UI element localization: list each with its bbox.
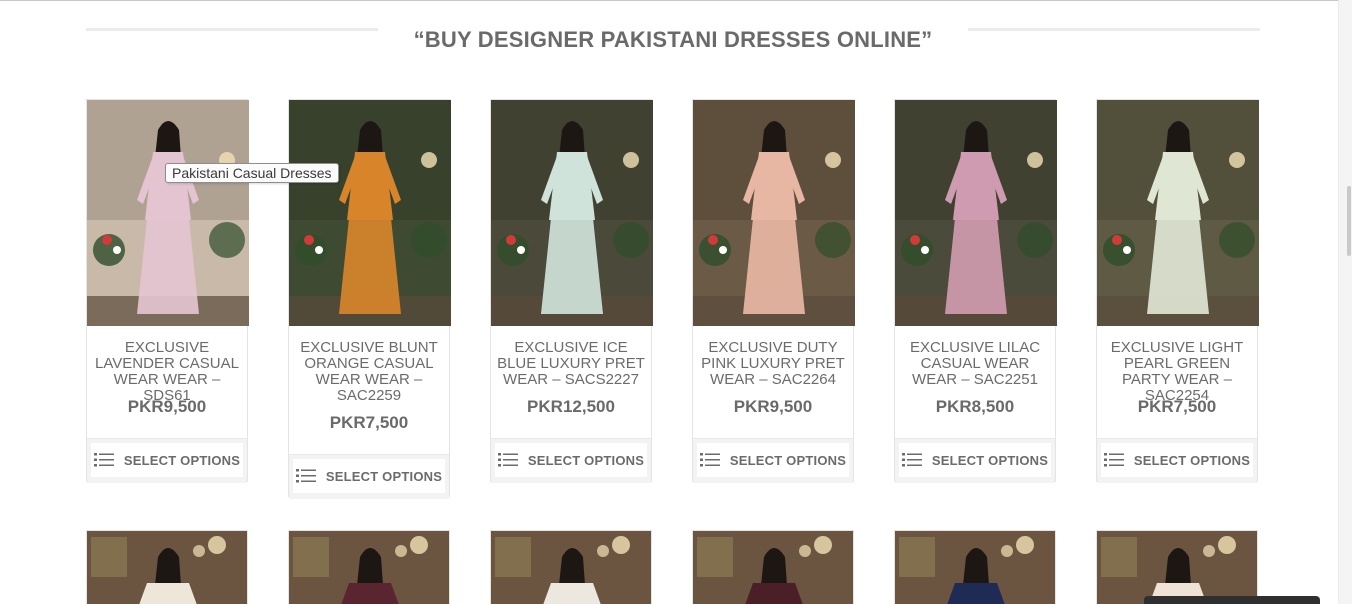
select-options-label: SELECT OPTIONS — [931, 452, 1049, 468]
product-action-bar: SELECT OPTIONS — [289, 454, 449, 499]
product-card[interactable] — [692, 530, 854, 604]
product-card: EXCLUSIVE LAVENDER CASUAL WEAR WEAR – SD… — [86, 99, 249, 483]
product-action-bar: SELECT OPTIONS — [87, 438, 247, 483]
select-options-button[interactable]: SELECT OPTIONS — [495, 443, 647, 477]
product-card: EXCLUSIVE LIGHT PEARL GREEN PARTY WEAR –… — [1096, 99, 1259, 483]
select-options-label: SELECT OPTIONS — [1133, 452, 1251, 468]
product-image[interactable] — [1097, 100, 1259, 326]
product-action-bar: SELECT OPTIONS — [491, 438, 651, 483]
product-card[interactable] — [86, 530, 248, 604]
product-name[interactable]: EXCLUSIVE DUTY PINK LUXURY PRET WEAR – S… — [697, 340, 849, 388]
product-image[interactable] — [87, 531, 248, 604]
product-card[interactable] — [288, 530, 450, 604]
product-card[interactable] — [894, 530, 1056, 604]
product-name[interactable]: EXCLUSIVE ICE BLUE LUXURY PRET WEAR – SA… — [495, 340, 647, 388]
product-name[interactable]: EXCLUSIVE BLUNT ORANGE CASUAL WEAR WEAR … — [293, 340, 445, 404]
product-image[interactable] — [693, 100, 855, 326]
product-card: EXCLUSIVE ICE BLUE LUXURY PRET WEAR – SA… — [490, 99, 653, 483]
product-card[interactable] — [1096, 530, 1258, 604]
product-image[interactable] — [895, 531, 1056, 604]
product-name[interactable]: EXCLUSIVE LAVENDER CASUAL WEAR WEAR – SD… — [91, 340, 243, 404]
product-price: PKR8,500 — [935, 397, 1015, 416]
select-options-button[interactable]: SELECT OPTIONS — [697, 443, 849, 477]
product-image[interactable] — [289, 100, 451, 326]
select-options-button[interactable]: SELECT OPTIONS — [899, 443, 1051, 477]
select-options-button[interactable]: SELECT OPTIONS — [1101, 443, 1253, 477]
select-options-button[interactable]: SELECT OPTIONS — [293, 459, 445, 493]
product-image[interactable] — [491, 100, 653, 326]
product-image[interactable] — [895, 100, 1057, 326]
list-icon — [295, 468, 316, 484]
select-options-label: SELECT OPTIONS — [729, 452, 847, 468]
product-name[interactable]: EXCLUSIVE LIGHT PEARL GREEN PARTY WEAR –… — [1101, 340, 1253, 404]
product-action-bar: SELECT OPTIONS — [693, 438, 853, 483]
top-divider — [0, 0, 1352, 1]
product-price: PKR9,500 — [127, 397, 207, 416]
product-image[interactable] — [693, 531, 854, 604]
list-icon — [497, 452, 518, 468]
product-action-bar: SELECT OPTIONS — [1097, 438, 1257, 483]
product-price: PKR7,500 — [1137, 397, 1217, 416]
product-card[interactable] — [490, 530, 652, 604]
list-icon — [1103, 452, 1124, 468]
select-options-label: SELECT OPTIONS — [325, 468, 443, 484]
product-price: PKR12,500 — [527, 397, 615, 416]
page-scrollbar[interactable] — [1338, 0, 1352, 604]
list-icon — [699, 452, 720, 468]
list-icon — [901, 452, 922, 468]
product-image[interactable] — [87, 100, 249, 326]
product-image[interactable] — [491, 531, 652, 604]
scrollbar-thumb[interactable] — [1347, 186, 1351, 256]
product-card: EXCLUSIVE LILAC CASUAL WEAR WEAR – SAC22… — [894, 99, 1057, 483]
select-options-button[interactable]: SELECT OPTIONS — [91, 443, 243, 477]
product-card: EXCLUSIVE DUTY PINK LUXURY PRET WEAR – S… — [692, 99, 855, 483]
product-price: PKR9,500 — [733, 397, 813, 416]
list-icon — [93, 452, 114, 468]
select-options-label: SELECT OPTIONS — [123, 452, 241, 468]
select-options-label: SELECT OPTIONS — [527, 452, 645, 468]
section-header: “BUY DESIGNER PAKISTANI DRESSES ONLINE” — [86, 24, 1260, 60]
section-title: “BUY DESIGNER PAKISTANI DRESSES ONLINE” — [413, 27, 933, 52]
image-tooltip: Pakistani Casual Dresses — [165, 163, 339, 183]
chat-widget-tab[interactable] — [1144, 596, 1320, 604]
product-image[interactable] — [289, 531, 450, 604]
product-price: PKR7,500 — [329, 413, 409, 432]
product-image[interactable] — [1097, 531, 1258, 604]
product-action-bar: SELECT OPTIONS — [895, 438, 1055, 483]
product-card: EXCLUSIVE BLUNT ORANGE CASUAL WEAR WEAR … — [288, 99, 451, 499]
product-name[interactable]: EXCLUSIVE LILAC CASUAL WEAR WEAR – SAC22… — [899, 340, 1051, 388]
